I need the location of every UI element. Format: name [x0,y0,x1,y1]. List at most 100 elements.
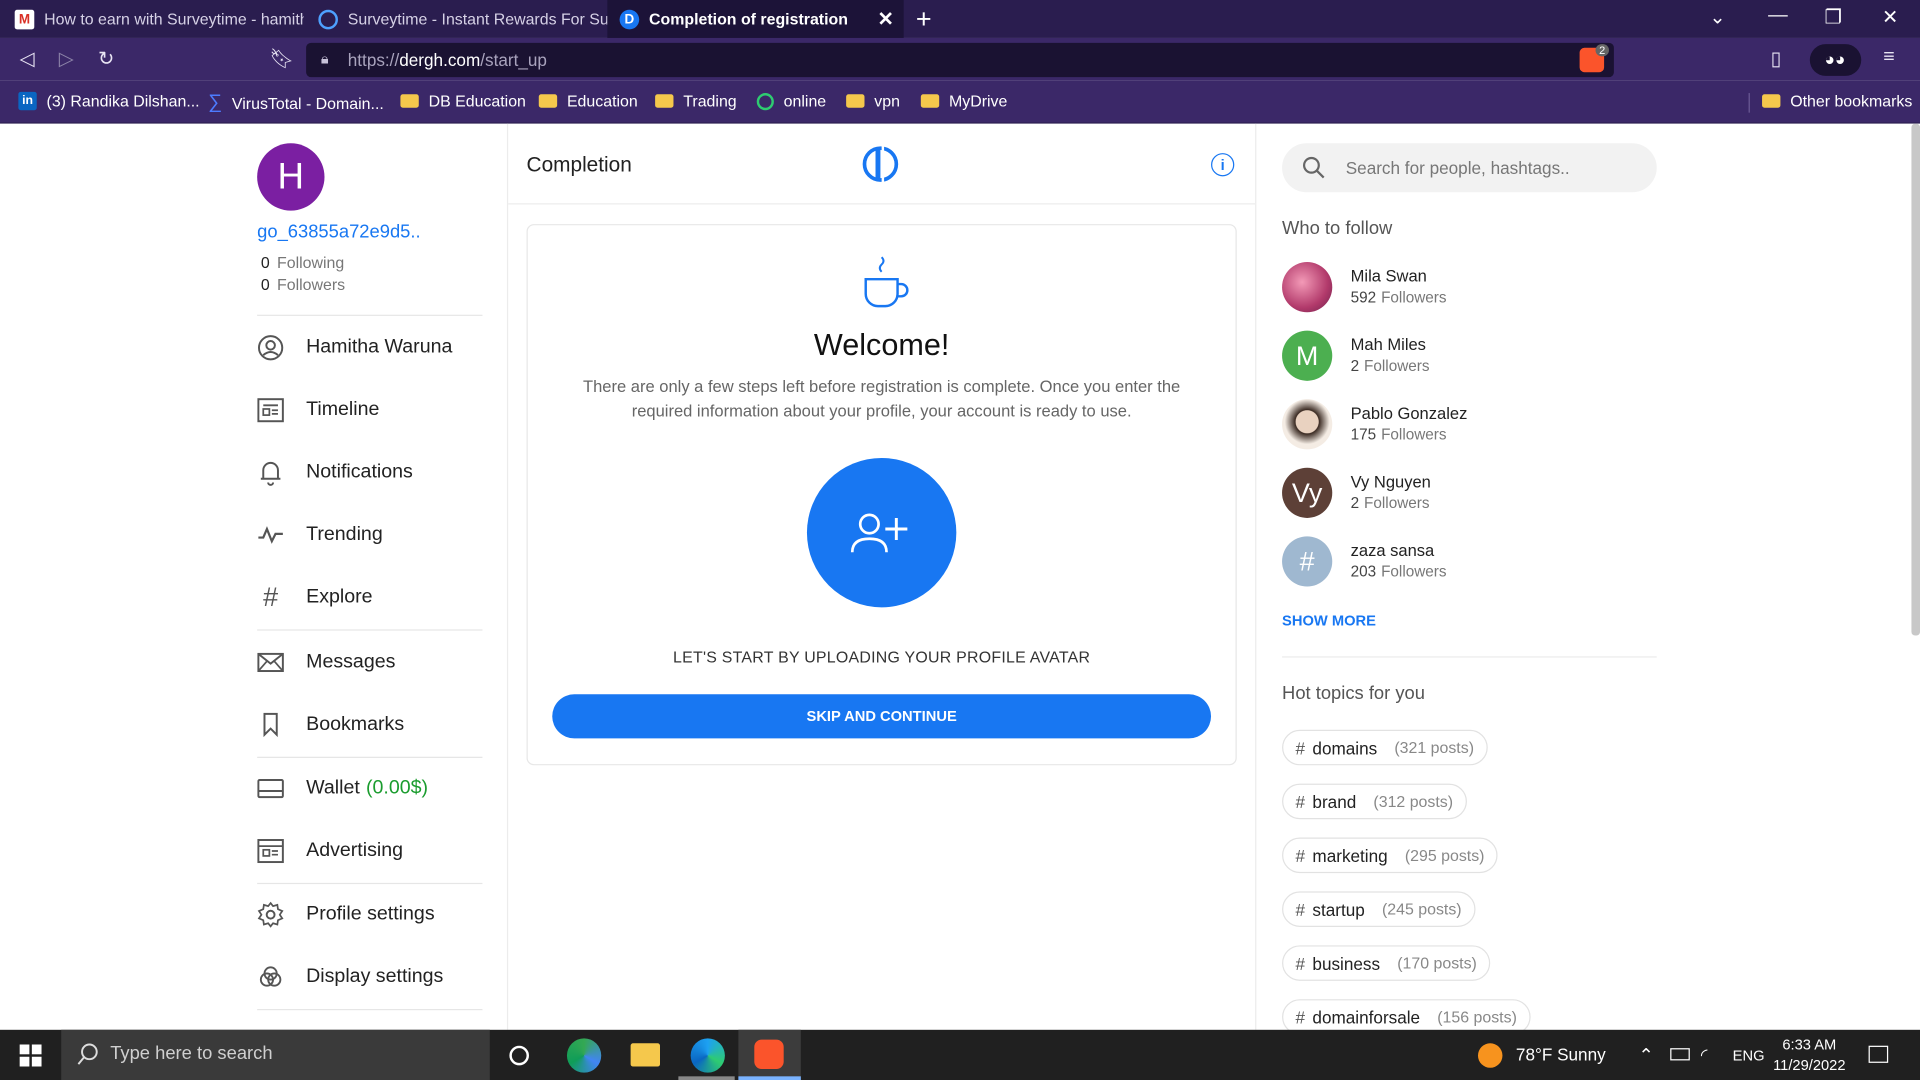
bookmark-linkedin[interactable]: in (3) Randika Dilshan... [18,91,200,111]
person-name[interactable]: Mah Miles [1351,336,1426,354]
close-window-icon[interactable]: ✕ [1882,5,1898,29]
following-number: 0 [260,253,270,272]
bookmark-virustotal[interactable]: ∑ VirusTotal - Domain... [208,92,384,114]
address-bar[interactable]: 🔒︎ https://dergh.com/start_up 2 [306,42,1614,78]
skip-and-continue-button[interactable]: SKIP AND CONTINUE [552,694,1212,739]
minimize-icon[interactable]: — [1768,5,1788,27]
avatar[interactable]: M [1282,330,1333,381]
bookmark-mydrive[interactable]: MyDrive [920,92,1007,110]
close-tab-icon[interactable]: ✕ [877,7,893,31]
virustotal-icon: ∑ [208,91,223,113]
show-more-link[interactable]: SHOW MORE [1282,612,1376,629]
suggestion-mah-miles[interactable]: M Mah Miles 2 Followers [1282,330,1657,385]
nav-explore[interactable]: # Explore [257,576,484,620]
who-to-follow-heading: Who to follow [1282,217,1393,239]
weather-text[interactable]: 78°F Sunny [1516,1044,1606,1064]
profile-username[interactable]: go_63855a72e9d5.. [257,222,420,243]
windows-start-icon[interactable] [19,1044,42,1067]
following-count[interactable]: 0 Following [261,253,344,271]
envelope-icon [257,649,284,676]
battery-icon[interactable] [1670,1048,1690,1061]
profile-avatar[interactable]: H [257,143,325,211]
restore-icon[interactable]: ❐ [1825,5,1843,29]
sunny-weather-icon[interactable] [1477,1043,1503,1068]
tab-title: Surveytime - Instant Rewards For Surve [347,9,608,29]
topic-startup[interactable]: # startup (245 posts) [1282,891,1476,927]
system-clock[interactable]: 6:33 AM 11/29/2022 [1773,1035,1845,1077]
avatar[interactable] [1282,399,1333,450]
bookmark-db-education[interactable]: DB Education [400,92,526,110]
reload-icon[interactable]: ↻ [98,47,114,71]
tab-completion-of-registration[interactable]: D Completion of registration ✕ [607,0,904,38]
search-box[interactable] [1282,143,1657,193]
folder-icon [920,94,940,108]
nav-advertising[interactable]: Advertising [257,829,484,873]
file-explorer-icon[interactable] [630,1043,661,1067]
topic-marketing[interactable]: # marketing (295 posts) [1282,837,1498,874]
nav-profile-settings[interactable]: Profile settings [257,893,484,937]
url-text[interactable]: https://dergh.com/start_up [348,50,547,70]
info-icon[interactable]: i [1211,153,1235,177]
brave-taskbar-button[interactable] [738,1029,801,1080]
page-scrollbar[interactable] [1911,123,1920,636]
main-content: Completion i Welcome! There are only a f… [508,124,1256,1030]
brave-wallet-button[interactable]: ◕◕ [1809,44,1862,76]
bookmark-label: vpn [874,91,900,111]
nav-trending[interactable]: Trending [257,513,484,557]
site-logo-icon[interactable] [862,145,901,183]
topic-brand[interactable]: # brand (312 posts) [1282,783,1467,820]
bookmark-page-icon[interactable]: 🔖︎ [269,47,294,71]
nav-timeline[interactable]: Timeline [257,388,484,432]
followers-count[interactable]: 0 Followers [261,276,345,294]
nav-notifications[interactable]: Notifications [257,451,484,495]
person-name[interactable]: Vy Nguyen [1351,473,1431,491]
suggestion-vy-nguyen[interactable]: Vy Vy Nguyen 2 Followers [1282,467,1657,522]
avatar[interactable] [1282,262,1333,313]
bookmark-education[interactable]: Education [538,92,638,110]
topic-business[interactable]: # business (170 posts) [1282,945,1491,981]
avatar[interactable]: # [1282,536,1333,587]
sidebar-toggle-icon[interactable]: ▯ [1771,47,1782,71]
bookmark-trading[interactable]: Trading [655,92,737,110]
new-tab-icon[interactable]: + [916,4,932,36]
taskbar-search-placeholder: Type here to search [110,1043,273,1065]
url-domain: dergh.com [399,50,481,70]
nav-profile[interactable]: Hamitha Waruna [257,326,484,370]
nav-messages[interactable]: Messages [257,640,484,684]
person-followers: 2 Followers [1351,358,1430,375]
edge-dev-icon[interactable] [566,1038,602,1073]
person-name[interactable]: Mila Swan [1351,267,1427,285]
tab-search-chevron-icon[interactable]: ⌄ [1709,5,1725,29]
tab-surveytime-gmail[interactable]: M How to earn with Surveytime - hamith [2,0,304,38]
wifi-icon[interactable]: ◜ [1701,1044,1708,1065]
bookmark-online[interactable]: online [756,92,826,110]
cortana-icon[interactable] [509,1045,529,1066]
notification-center-icon[interactable] [1868,1045,1889,1063]
topic-domains[interactable]: # domains (321 posts) [1282,729,1488,766]
person-name[interactable]: zaza sansa [1351,541,1435,559]
chevron-up-icon[interactable]: ⌃ [1638,1044,1653,1067]
search-input[interactable] [1345,155,1640,181]
taskbar-search[interactable]: Type here to search [61,1029,490,1080]
tab-surveytime[interactable]: Surveytime - Instant Rewards For Surve [306,0,607,38]
nav-bookmarks[interactable]: Bookmarks [257,703,484,747]
bookmark-other[interactable]: Other bookmarks [1762,92,1912,110]
upload-avatar-button[interactable] [806,457,957,608]
bookmark-vpn[interactable]: vpn [846,92,900,110]
bookmarks-divider [1748,93,1750,113]
nav-wallet[interactable]: Wallet (0.00$) [257,767,484,811]
language-indicator[interactable]: ENG [1733,1047,1765,1064]
nav-display-settings[interactable]: Display settings [257,955,484,999]
forward-icon[interactable]: ▷ [59,47,74,71]
avatar[interactable]: Vy [1282,467,1333,518]
suggestion-pablo-gonzalez[interactable]: Pablo Gonzalez 175 Followers [1282,399,1657,453]
suggestion-zaza-sansa[interactable]: # zaza sansa 203 Followers [1282,536,1657,590]
tab-title: How to earn with Surveytime - hamith [44,9,304,29]
menu-icon[interactable]: ≡ [1883,47,1894,69]
edge-icon[interactable] [690,1038,725,1073]
suggestion-mila-swan[interactable]: Mila Swan 592 Followers [1282,262,1657,316]
back-icon[interactable]: ◁ [20,47,35,71]
person-name[interactable]: Pablo Gonzalez [1351,404,1468,422]
brave-shields-icon[interactable]: 2 [1579,44,1609,73]
nav-label: Notifications [306,461,413,483]
